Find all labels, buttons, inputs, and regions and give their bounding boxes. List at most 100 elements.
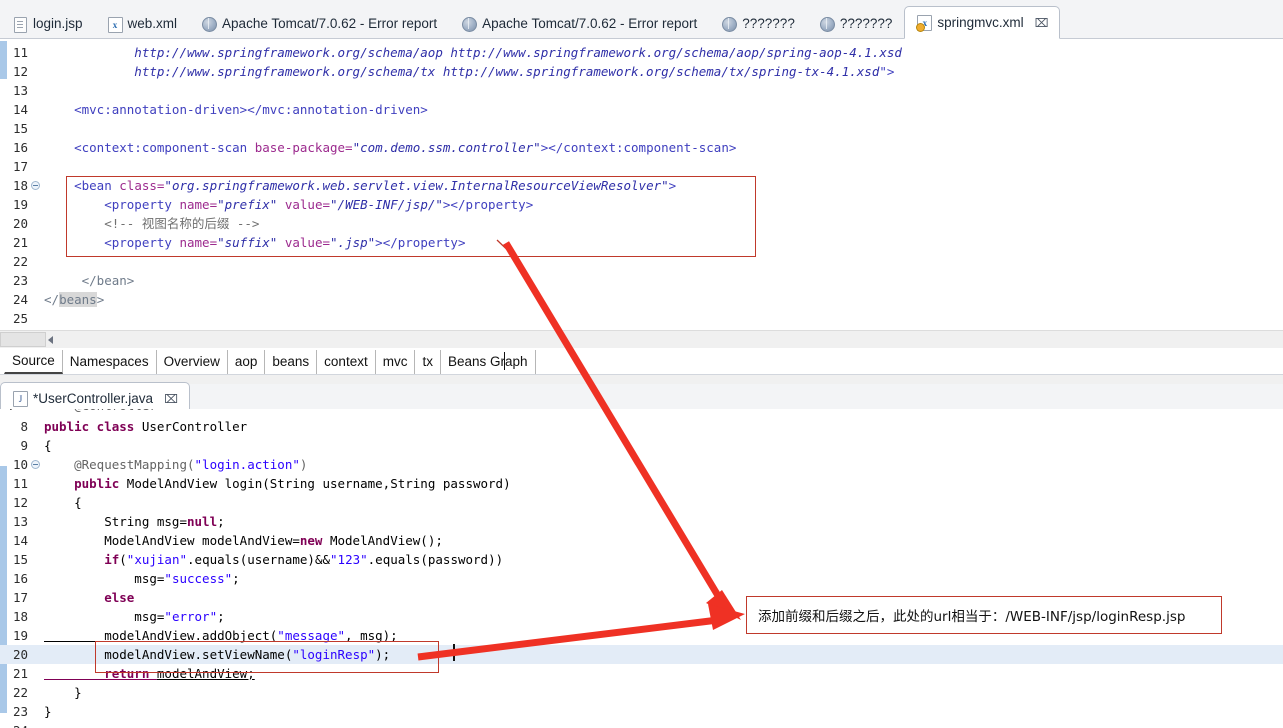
line-number: 24: [12, 292, 28, 307]
line-number: 21: [12, 235, 28, 250]
close-icon[interactable]: ⌧: [1035, 17, 1049, 29]
java-code-area[interactable]: 8 public class UserController 9{10 @Reques…: [0, 415, 1283, 728]
fold-collapse-icon[interactable]: [31, 181, 40, 190]
java-clipped-line: @Controller 7: [0, 409, 1283, 417]
globe-icon: [461, 16, 478, 32]
line-number: 11: [12, 45, 28, 60]
editor-tab-springmvc-xml[interactable]: x springmvc.xml ⌧: [904, 6, 1061, 39]
java-code-line[interactable]: 13 String msg=null;: [0, 512, 1283, 531]
editor-tab-apache-tomcat-7-0-62-error-report[interactable]: Apache Tomcat/7.0.62 - Error report: [449, 8, 709, 39]
callout-text: 添加前缀和后缀之后，此处的url相当于：/WEB-INF/jsp/loginRe…: [758, 609, 1186, 625]
line-number: 25: [12, 311, 28, 326]
java-code-line[interactable]: 14 ModelAndView modelAndView=new ModelAn…: [0, 531, 1283, 550]
editor-tab-login-jsp[interactable]: login.jsp: [0, 8, 95, 39]
line-number: 11: [12, 476, 28, 491]
line-number: 14: [12, 102, 28, 117]
editor-tab-apache-tomcat-7-0-62-error-report[interactable]: Apache Tomcat/7.0.62 - Error report: [189, 8, 449, 39]
xml-horizontal-scrollbar[interactable]: [0, 330, 1283, 348]
line-number: 10: [12, 457, 28, 472]
text-caret: [453, 644, 455, 661]
line-number: 15: [12, 121, 28, 136]
code-text: String msg=null;: [44, 514, 225, 529]
java-code-line[interactable]: 11 public ModelAndView login(String user…: [0, 474, 1283, 493]
java-code-line[interactable]: 16 msg="success";: [0, 569, 1283, 588]
line-number: 24: [0, 721, 28, 728]
xml-code-line[interactable]: 25: [0, 309, 1283, 326]
line-number: 12: [12, 64, 28, 79]
code-text: else: [44, 590, 135, 605]
editor-tab-strip: login.jsp x web.xml Apache Tomcat/7.0.62 - …: [0, 0, 1061, 39]
xml-code-line[interactable]: 16 <context:component-scan base-package=…: [0, 138, 1283, 157]
code-text: }: [44, 685, 82, 700]
code-text: }: [44, 704, 52, 719]
xml-code-line[interactable]: 14 <mvc:annotation-driven></mvc:annotati…: [0, 100, 1283, 119]
line-number: 17: [12, 159, 28, 174]
editor-tab--[interactable]: ???????: [807, 8, 905, 39]
page-tab-context[interactable]: context: [317, 350, 376, 374]
editor-tab-bar: login.jsp x web.xml Apache Tomcat/7.0.62 - …: [0, 0, 1283, 39]
scroll-left-icon[interactable]: [48, 335, 53, 344]
page-tab-beans[interactable]: beans: [265, 350, 318, 374]
page-tab-beans-graph[interactable]: Beans Graph: [441, 350, 536, 374]
line-number: 23: [12, 704, 28, 719]
editor-tab-label: springmvc.xml: [937, 14, 1024, 30]
xml-code-line[interactable]: 12 http://www.springframework.org/schema…: [0, 62, 1283, 81]
editor-tab-label: login.jsp: [33, 16, 83, 32]
jsp-file-icon: [12, 16, 27, 33]
xml-code-line[interactable]: 13: [0, 81, 1283, 100]
java-code-line[interactable]: 22 }: [0, 683, 1283, 702]
line-number: 19: [12, 628, 28, 643]
line-number: 19: [12, 197, 28, 212]
line-number: 12: [12, 495, 28, 510]
line-number: 18: [12, 178, 28, 193]
code-text: <context:component-scan base-package="co…: [44, 140, 737, 155]
page-tab-namespaces[interactable]: Namespaces: [63, 350, 157, 374]
line-number: 9: [20, 438, 28, 453]
java-code-line[interactable]: 9{: [0, 436, 1283, 455]
page-tab-source[interactable]: Source: [4, 350, 63, 374]
xml-scrollbar-thumb[interactable]: [0, 332, 46, 347]
xml-panel-divider-line: [0, 374, 1283, 375]
editor-tab--[interactable]: ???????: [709, 8, 807, 39]
close-icon[interactable]: ⌧: [164, 393, 178, 405]
java-code-line[interactable]: 12 {: [0, 493, 1283, 512]
java-setviewname-highlight-box: [95, 641, 439, 673]
java-code-line[interactable]: 8 public class UserController: [0, 417, 1283, 436]
page-tab-mvc[interactable]: mvc: [376, 350, 416, 374]
java-code-line[interactable]: 24: [0, 721, 1283, 728]
xml-code-line[interactable]: 15: [0, 119, 1283, 138]
page-tab-overview[interactable]: Overview: [157, 350, 228, 374]
code-text: public ModelAndView login(String usernam…: [44, 476, 511, 491]
line-number: 21: [12, 666, 28, 681]
line-number: 20: [12, 647, 28, 662]
java-source-editor[interactable]: 8 public class UserController 9{10 @Reques…: [0, 415, 1283, 728]
fold-collapse-icon[interactable]: [31, 460, 40, 469]
globe-icon: [201, 16, 218, 32]
java-code-line[interactable]: 10 @RequestMapping("login.action"): [0, 455, 1283, 474]
page-tab-aop[interactable]: aop: [228, 350, 266, 374]
page-tab-caret: [504, 352, 505, 370]
code-text: {: [44, 438, 52, 453]
page-tab-tx[interactable]: tx: [415, 350, 441, 374]
xml-code-line[interactable]: 23 </bean>: [0, 271, 1283, 290]
code-text: {: [44, 495, 82, 510]
line-number: 23: [12, 273, 28, 288]
xml-code-line[interactable]: 11 http://www.springframework.org/schema…: [0, 43, 1283, 62]
line-number: 22: [12, 685, 28, 700]
xml-code-line[interactable]: 24 </beans>: [0, 290, 1283, 309]
code-text: </beans>: [44, 292, 105, 307]
java-code-line[interactable]: 15 if("xujian".equals(username)&&"123".e…: [0, 550, 1283, 569]
code-text: msg="success";: [44, 571, 240, 586]
code-text: </bean>: [44, 273, 135, 288]
globe-icon: [819, 16, 835, 32]
java-code-line[interactable]: 23}: [0, 702, 1283, 721]
java-file-icon: J: [12, 391, 28, 407]
globe-icon: [721, 16, 738, 32]
url-explanation-callout: 添加前缀和后缀之后，此处的url相当于：/WEB-INF/jsp/loginRe…: [746, 596, 1222, 634]
code-text: <mvc:annotation-driven></mvc:annotation-…: [44, 102, 428, 117]
xml-code-line[interactable]: 17: [0, 157, 1283, 176]
code-text: http://www.springframework.org/schema/tx…: [44, 64, 895, 79]
editor-tab-web-xml[interactable]: x web.xml: [95, 8, 190, 39]
editor-tab-label: ???????: [742, 16, 795, 32]
code-text: if("xujian".equals(username)&&"123".equa…: [44, 552, 504, 567]
